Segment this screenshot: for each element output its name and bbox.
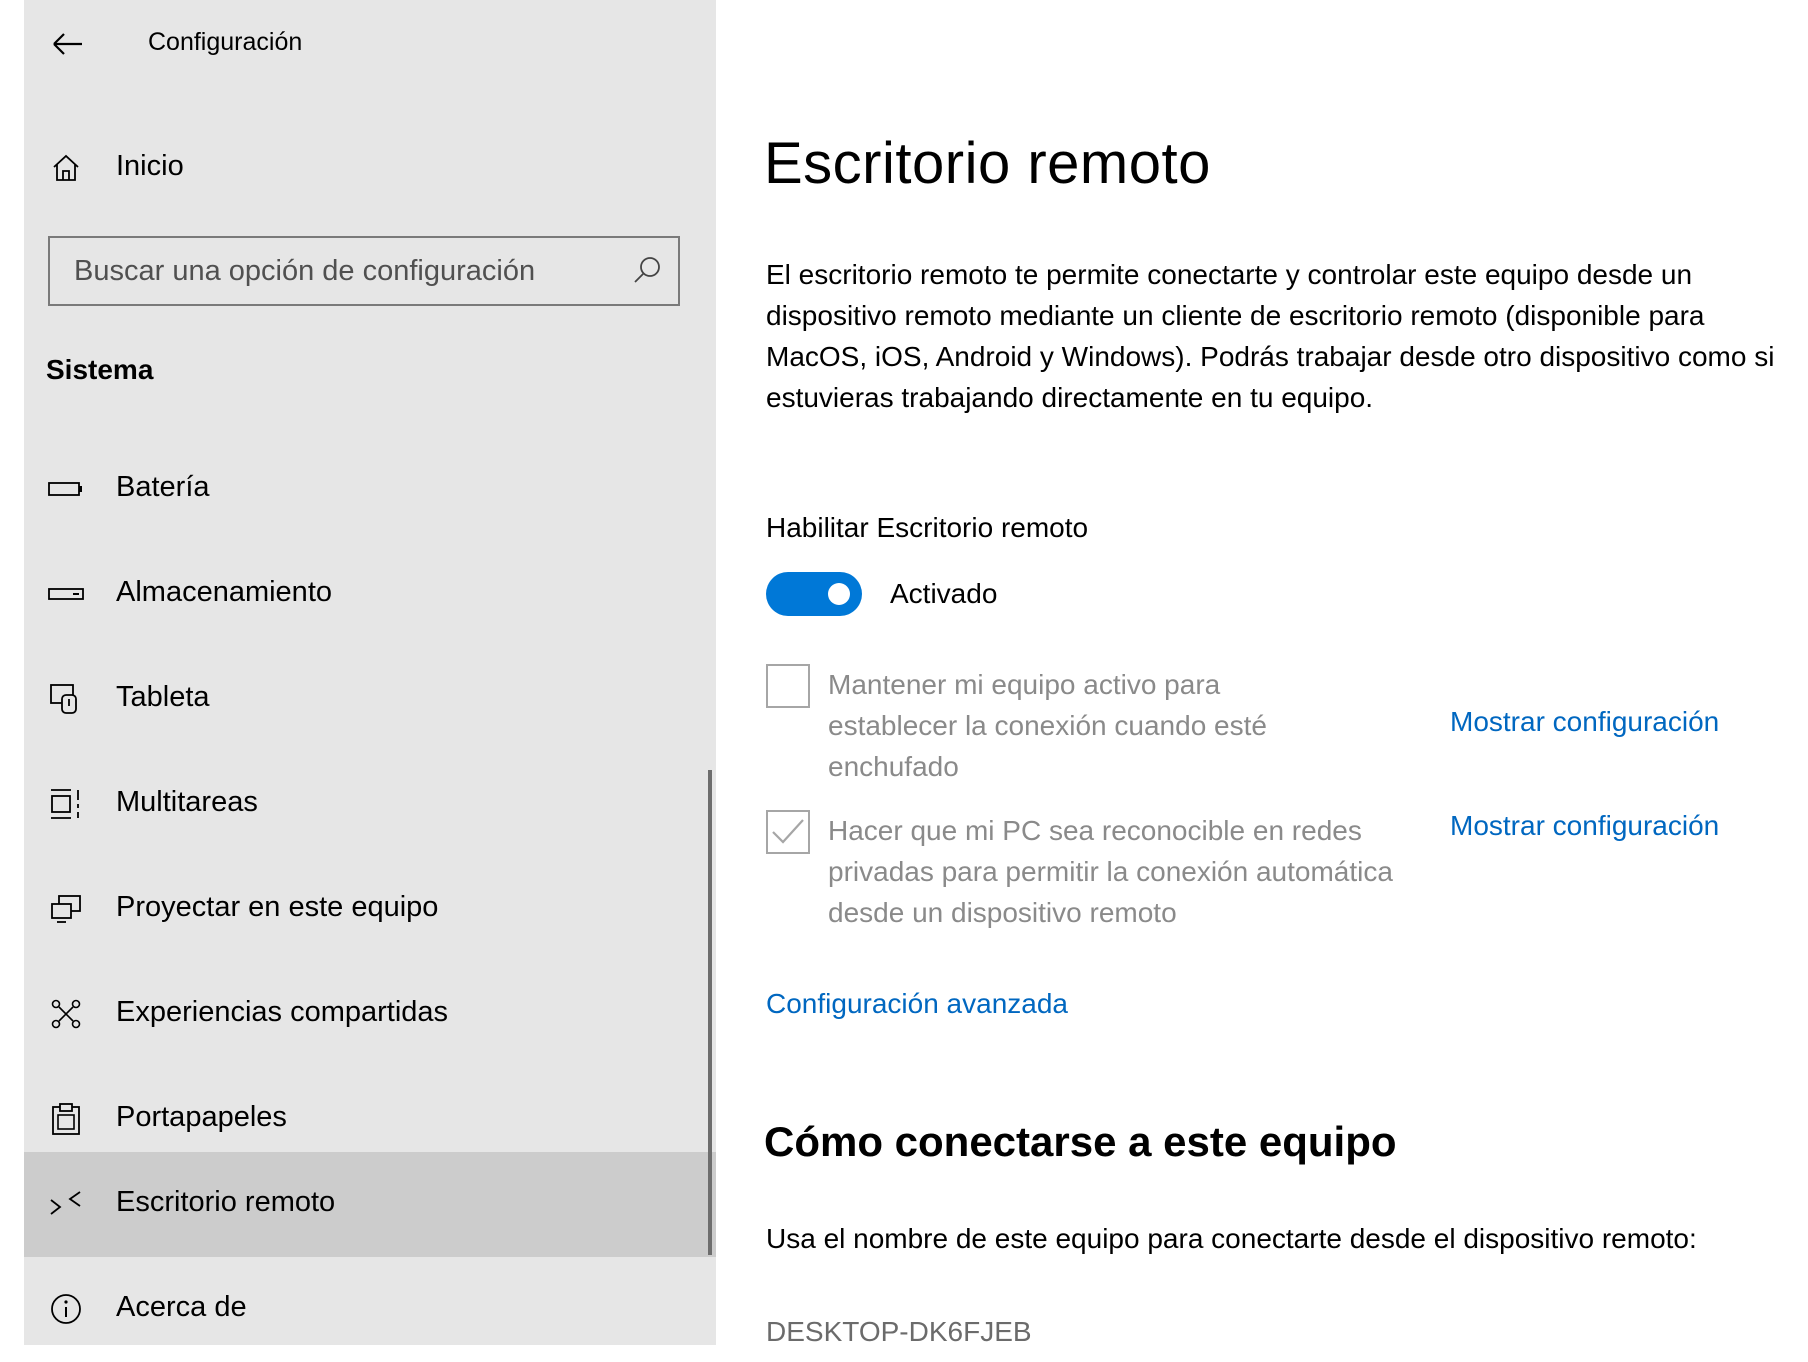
sidebar-item-label: Proyectar en este equipo: [116, 891, 439, 923]
sidebar-item-shared-experiences[interactable]: Experiencias compartidas: [24, 962, 716, 1067]
toggle-label: Habilitar Escritorio remoto: [766, 512, 1089, 543]
sidebar: Configuración Inicio Sistema Batería: [24, 0, 716, 1345]
section-title: Sistema: [46, 354, 154, 385]
storage-icon: [44, 572, 88, 616]
connect-instructions: Usa el nombre de este equipo para conect…: [766, 1223, 1697, 1254]
toggle-knob: [828, 583, 850, 605]
sidebar-scrollbar[interactable]: [708, 770, 712, 1255]
sidebar-item-home[interactable]: Inicio: [24, 136, 716, 200]
back-arrow-icon[interactable]: [48, 24, 88, 64]
show-settings-link-2[interactable]: Mostrar configuración: [1450, 810, 1719, 842]
multitasking-icon: [44, 782, 88, 826]
sidebar-item-tablet[interactable]: Tableta: [24, 647, 716, 752]
sidebar-item-remote-desktop[interactable]: Escritorio remoto: [24, 1152, 716, 1257]
advanced-settings-link[interactable]: Configuración avanzada: [766, 988, 1068, 1020]
sidebar-item-label: Inicio: [116, 150, 184, 182]
sidebar-item-label: Batería: [116, 471, 210, 503]
sidebar-item-label: Tableta: [116, 681, 210, 713]
keep-awake-text: Mantener mi equipo activo para establece…: [828, 669, 1267, 782]
clipboard-icon: [44, 1097, 88, 1141]
checkmark-icon: [772, 819, 804, 844]
sidebar-item-label: Almacenamiento: [116, 576, 332, 608]
sidebar-item-label: Acerca de: [116, 1291, 247, 1323]
page-description: El escritorio remoto te permite conectar…: [766, 259, 1775, 413]
pc-name: DESKTOP-DK6FJEB: [766, 1316, 1032, 1347]
remote-desktop-toggle[interactable]: [766, 572, 862, 616]
connect-section-title: Cómo conectarse a este equipo: [764, 1118, 1397, 1165]
page-title: Escritorio remoto: [764, 131, 1211, 196]
sidebar-item-project[interactable]: Proyectar en este equipo: [24, 857, 716, 962]
app-title: Configuración: [148, 28, 303, 56]
sidebar-item-label: Multitareas: [116, 786, 258, 818]
sidebar-item-label: Portapapeles: [116, 1101, 287, 1133]
project-icon: [44, 887, 88, 931]
show-settings-link-1[interactable]: Mostrar configuración: [1450, 706, 1719, 738]
sidebar-item-battery[interactable]: Batería: [24, 437, 716, 542]
settings-window: Configuración Inicio Sistema Batería: [0, 0, 1808, 1347]
main-content: Escritorio remoto El escritorio remoto t…: [716, 0, 1808, 1347]
battery-icon: [44, 467, 88, 511]
sidebar-item-multitasking[interactable]: Multitareas: [24, 752, 716, 857]
keep-awake-checkbox[interactable]: [766, 664, 810, 708]
toggle-state-text: Activado: [890, 578, 998, 609]
sidebar-item-label: Experiencias compartidas: [116, 996, 449, 1028]
remote-desktop-icon: [44, 1182, 88, 1226]
sidebar-item-about[interactable]: Acerca de: [24, 1257, 716, 1362]
tablet-icon: [44, 677, 88, 721]
window-edge: [0, 0, 24, 1345]
title-bar: Configuración: [24, 0, 716, 90]
discoverable-checkbox[interactable]: [766, 810, 810, 854]
discoverable-text: Hacer que mi PC sea reconocible en redes…: [828, 815, 1393, 928]
info-icon: [44, 1287, 88, 1331]
search-input[interactable]: [50, 238, 610, 304]
sidebar-item-label: Escritorio remoto: [116, 1186, 336, 1218]
search-icon[interactable]: [630, 254, 664, 288]
home-icon: [44, 146, 88, 190]
shared-experiences-icon: [44, 992, 88, 1036]
sidebar-item-storage[interactable]: Almacenamiento: [24, 542, 716, 647]
search-box[interactable]: [48, 236, 680, 306]
